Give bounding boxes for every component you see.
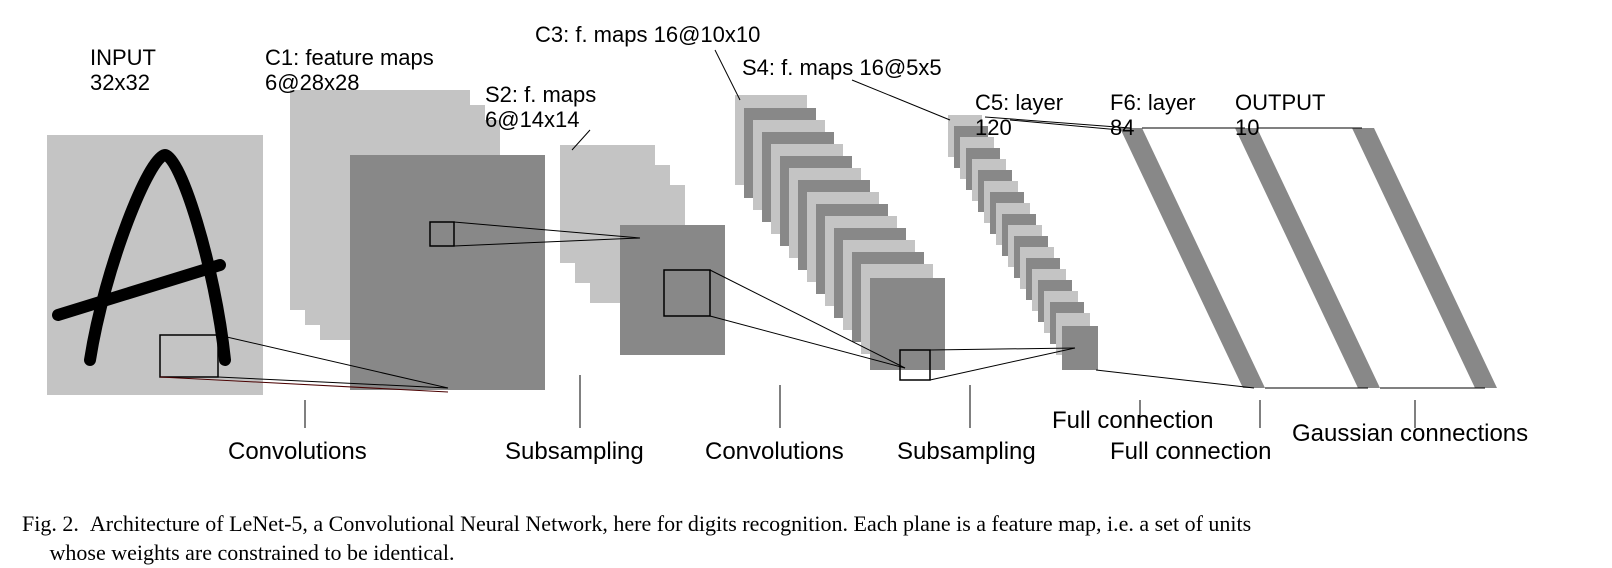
f6-title: F6: layer84 xyxy=(1110,90,1196,141)
output-layer xyxy=(1352,128,1497,388)
op-full2: Full connection xyxy=(1110,438,1271,466)
figure-caption: Fig. 2. Architecture of LeNet-5, a Convo… xyxy=(22,510,1592,567)
c3-feature-maps xyxy=(735,95,945,370)
input-title: INPUT32x32 xyxy=(90,45,156,96)
input-layer xyxy=(47,135,263,395)
f6-layer xyxy=(1235,128,1380,388)
diagram-svg xyxy=(0,0,1612,568)
s4-feature-maps xyxy=(948,115,1098,370)
lenet5-architecture-diagram: INPUT32x32 C1: feature maps6@28x28 S2: f… xyxy=(0,0,1612,568)
output-title: OUTPUT10 xyxy=(1235,90,1325,141)
op-conv2: Convolutions xyxy=(705,438,844,466)
op-full1: Full connection xyxy=(1052,407,1213,435)
op-gaussian: Gaussian connections xyxy=(1292,420,1528,448)
c3-title: C3: f. maps 16@10x10 xyxy=(535,22,760,47)
s2-feature-maps xyxy=(560,145,725,355)
s4-title: S4: f. maps 16@5x5 xyxy=(742,55,942,80)
c1-feature-maps xyxy=(290,90,545,390)
c1-title: C1: feature maps6@28x28 xyxy=(265,45,434,96)
c5-title: C5: layer120 xyxy=(975,90,1063,141)
op-conv1: Convolutions xyxy=(228,438,367,466)
op-sub2: Subsampling xyxy=(897,438,1036,466)
op-sub1: Subsampling xyxy=(505,438,644,466)
s2-title: S2: f. maps6@14x14 xyxy=(485,82,596,133)
c5-layer xyxy=(1120,128,1265,388)
